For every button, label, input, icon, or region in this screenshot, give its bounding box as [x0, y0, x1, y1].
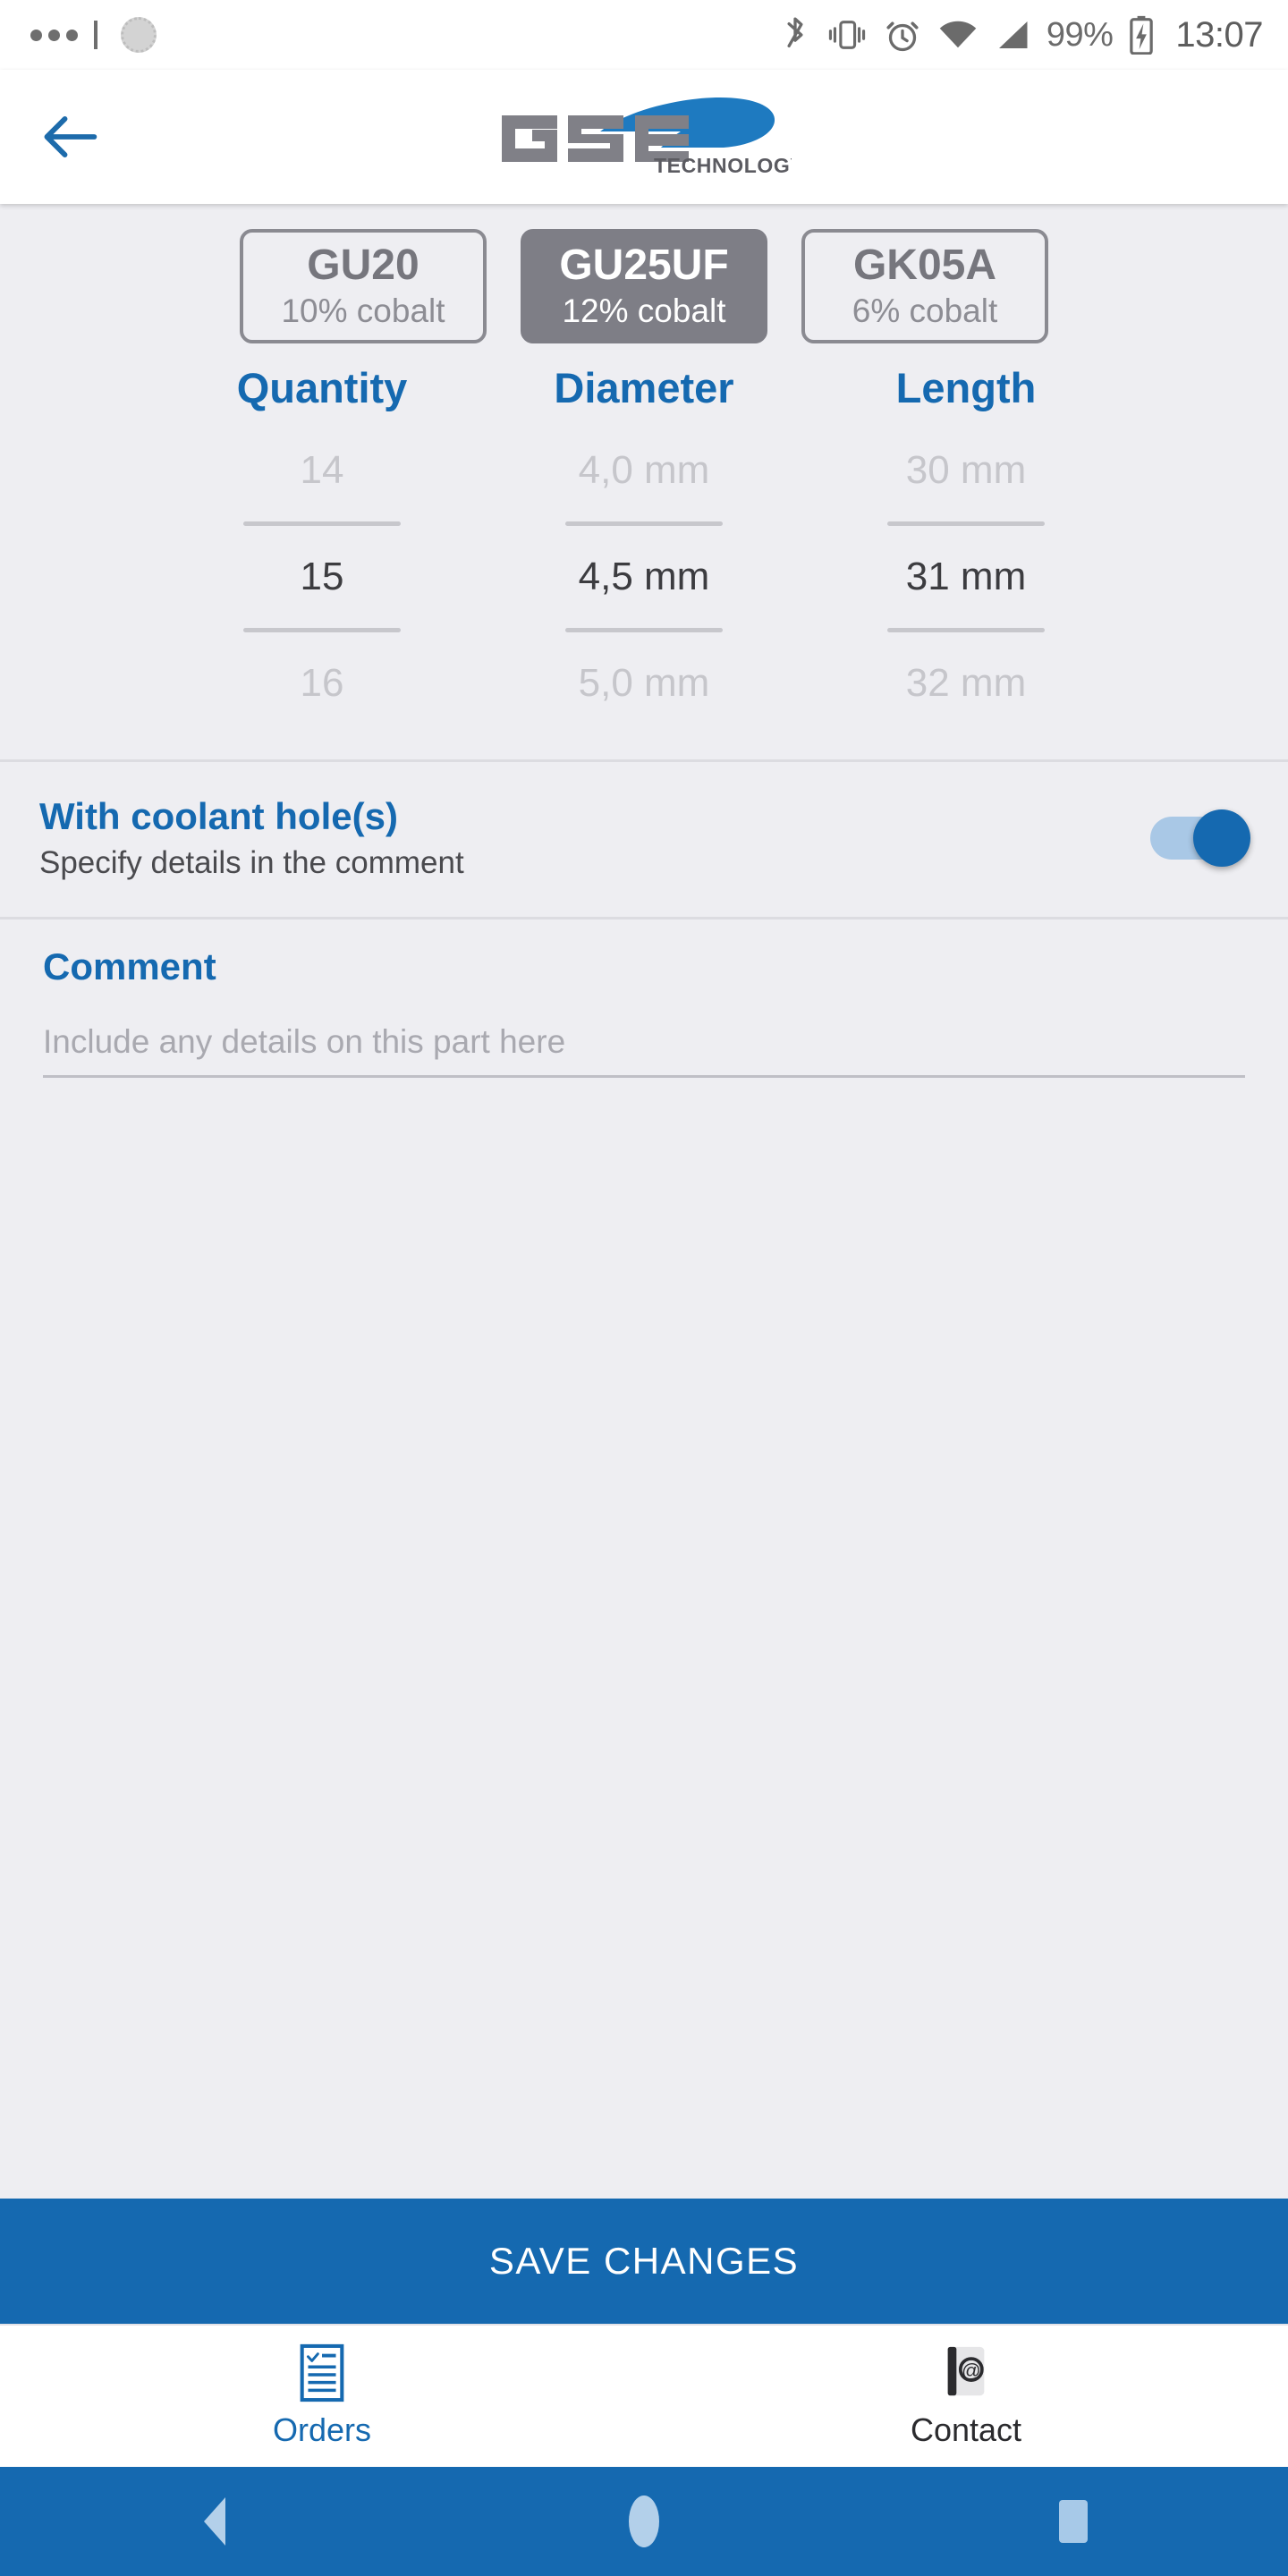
picker-rule-top: [887, 521, 1045, 526]
grade-chip-name: GK05A: [852, 241, 997, 289]
tab-label: Orders: [272, 2411, 372, 2448]
status-bar-clock: 13:07: [1175, 14, 1263, 55]
android-nav-bar: [0, 2467, 1288, 2576]
picker-option-next[interactable]: 5,0 mm: [483, 643, 805, 724]
picker-option-previous[interactable]: 4,0 mm: [483, 430, 805, 511]
grade-chip-gu20[interactable]: GU20 10% cobalt: [240, 229, 487, 343]
grade-selector: GU20 10% cobalt GU25UF 12% cobalt GK05A …: [0, 204, 1288, 343]
app-screen: 99% 13:07 TECHNOLOGY GU20 10% cobalt GU2…: [0, 0, 1288, 2576]
battery-charging-icon: [1129, 15, 1154, 55]
picker-option-previous[interactable]: 30 mm: [805, 430, 1127, 511]
nav-home-icon: [629, 2496, 659, 2547]
status-bar-notifications: [30, 17, 157, 53]
picker-rule-bottom: [243, 628, 401, 632]
picker-option-current[interactable]: 15: [161, 537, 483, 617]
app-header: TECHNOLOGY: [0, 70, 1288, 204]
back-arrow-icon: [44, 116, 97, 157]
picker-option-previous[interactable]: 14: [161, 430, 483, 511]
picker-option-current[interactable]: 4,5 mm: [483, 537, 805, 617]
grade-chip-name: GU25UF: [559, 241, 729, 289]
grade-chip-gk05a[interactable]: GK05A 6% cobalt: [801, 229, 1048, 343]
screen-body: GU20 10% cobalt GU25UF 12% cobalt GK05A …: [0, 204, 1288, 2199]
picker-option-current[interactable]: 31 mm: [805, 537, 1127, 617]
nav-home-button[interactable]: [429, 2496, 859, 2547]
wifi-icon: [937, 19, 979, 51]
picker-rule-bottom: [887, 628, 1045, 632]
picker-rule-top: [243, 521, 401, 526]
comment-label: Comment: [43, 945, 216, 987]
coolant-hole-row[interactable]: With coolant hole(s) Specify details in …: [0, 762, 1288, 917]
nav-back-icon: [204, 2497, 225, 2546]
toggle-thumb: [1193, 809, 1250, 868]
picker-option-next[interactable]: 32 mm: [805, 643, 1127, 724]
status-bar: 99% 13:07: [0, 0, 1288, 70]
comment-field[interactable]: [43, 1022, 1245, 1078]
coolant-hole-title: With coolant hole(s): [39, 795, 398, 837]
orders-checklist-icon: [295, 2343, 349, 2402]
save-changes-button[interactable]: SAVE CHANGES: [0, 2199, 1288, 2324]
nav-recents-icon: [1059, 2500, 1088, 2543]
bottom-tab-bar: Orders @ Contact: [0, 2324, 1288, 2467]
grade-chip-cobalt: 12% cobalt: [562, 292, 726, 330]
back-button[interactable]: [16, 83, 123, 191]
circle-notification-icon: [121, 17, 157, 53]
tab-label: Contact: [910, 2411, 1022, 2448]
picker-diameter[interactable]: 4,0 mm 4,5 mm 5,0 mm: [483, 430, 805, 724]
picker-length[interactable]: 30 mm 31 mm 32 mm: [805, 430, 1127, 724]
picker-header-length: Length: [895, 364, 1037, 411]
comment-section: Comment: [0, 919, 1288, 1078]
grade-chip-name: GU20: [307, 241, 419, 289]
tab-orders[interactable]: Orders: [0, 2326, 644, 2467]
coolant-hole-toggle[interactable]: [1150, 809, 1250, 868]
bluetooth-icon: [780, 15, 810, 55]
signal-icon: [995, 19, 1030, 51]
picker-headers: Quantity Diameter Length: [0, 363, 1288, 412]
gse-technology-logo: TECHNOLOGY: [496, 96, 792, 178]
nav-recents-button[interactable]: [859, 2500, 1288, 2543]
svg-text:TECHNOLOGY: TECHNOLOGY: [654, 154, 792, 177]
svg-text:@: @: [962, 2360, 981, 2382]
picker-header-quantity: Quantity: [236, 364, 408, 411]
picker-rule-bottom: [565, 628, 723, 632]
alarm-icon: [884, 16, 921, 54]
picker-header-diameter: Diameter: [554, 364, 734, 411]
contact-card-icon: @: [940, 2343, 992, 2402]
status-divider: [94, 21, 97, 49]
picker-group: 14 15 16 4,0 mm 4,5 mm 5,0 mm 30 mm 31 m…: [0, 430, 1288, 724]
grade-chip-cobalt: 6% cobalt: [852, 292, 998, 330]
nav-back-button[interactable]: [0, 2497, 429, 2546]
picker-option-next[interactable]: 16: [161, 643, 483, 724]
comment-input[interactable]: [43, 1022, 1245, 1061]
status-bar-system-icons: 99% 13:07: [780, 15, 1263, 55]
tab-contact[interactable]: @ Contact: [644, 2326, 1288, 2467]
coolant-hole-texts: With coolant hole(s) Specify details in …: [39, 795, 1150, 881]
battery-percent-label: 99%: [1046, 15, 1114, 54]
dots-icon: [30, 29, 78, 41]
coolant-hole-subtitle: Specify details in the comment: [39, 845, 464, 881]
vibrate-icon: [826, 17, 868, 53]
picker-quantity[interactable]: 14 15 16: [161, 430, 483, 724]
picker-rule-top: [565, 521, 723, 526]
grade-chip-gu25uf[interactable]: GU25UF 12% cobalt: [521, 229, 767, 343]
grade-chip-cobalt: 10% cobalt: [281, 292, 445, 330]
